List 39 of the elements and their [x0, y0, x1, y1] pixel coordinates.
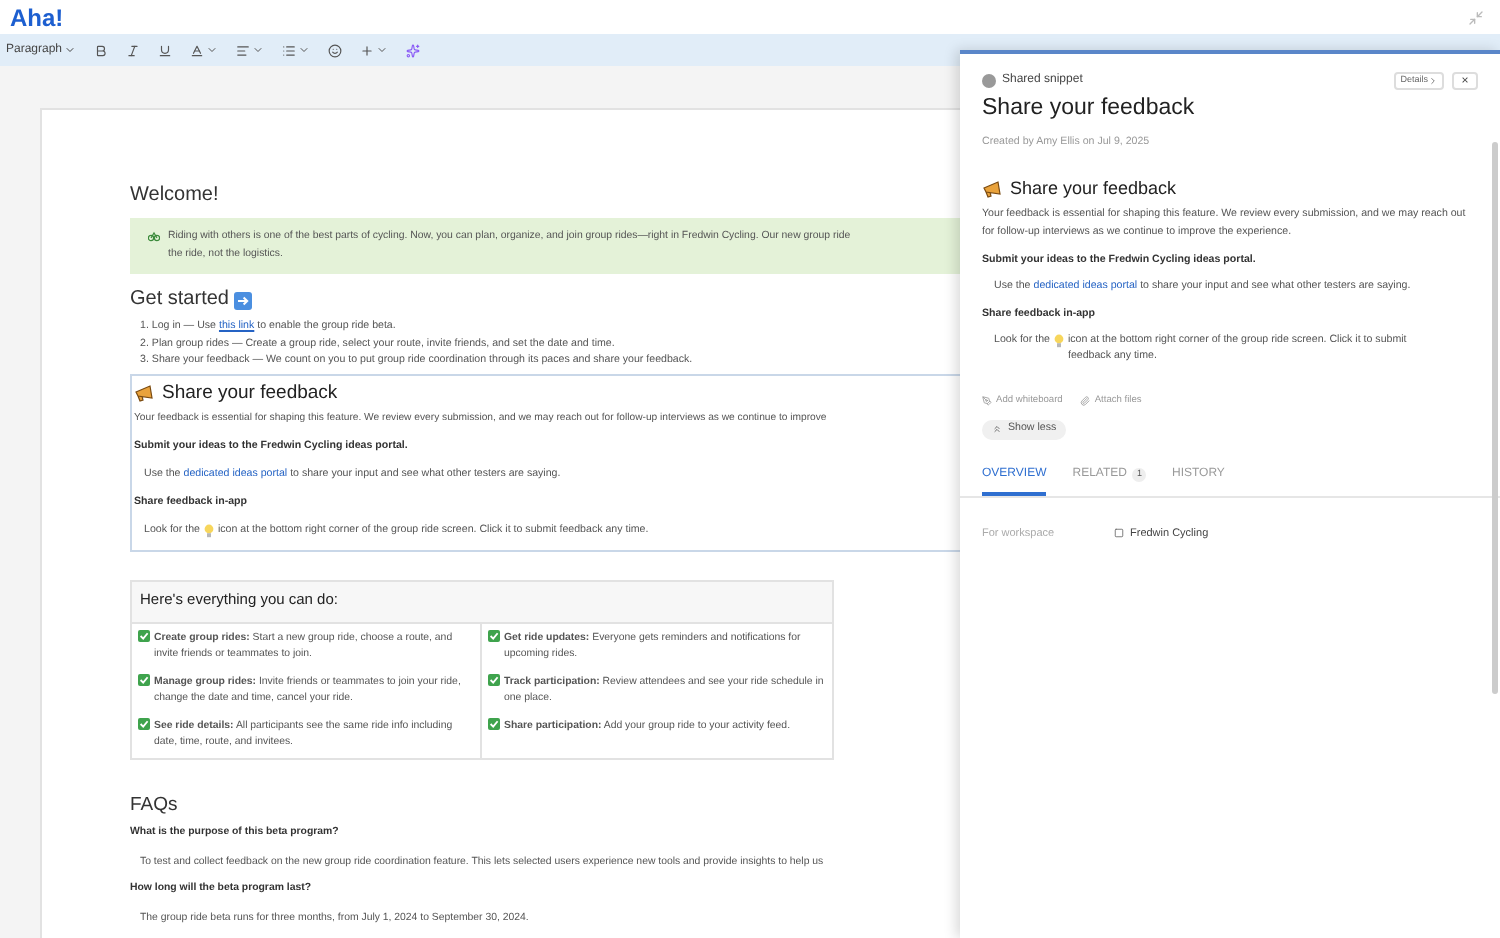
get-started-heading: Get started [130, 290, 229, 310]
megaphone-icon [134, 384, 156, 403]
caret-icon [252, 44, 265, 56]
checkbox-icon [138, 629, 150, 642]
caret-icon [64, 44, 77, 56]
paperclip-icon [1080, 395, 1091, 406]
snippet-heading: Share your feedback [162, 383, 338, 403]
faqs-heading: FAQs [130, 795, 180, 815]
chevrons-up-icon [992, 424, 1002, 435]
text-color-icon[interactable] [190, 43, 219, 57]
checkbox-icon [138, 673, 150, 686]
welcome-heading: Welcome! [130, 186, 221, 206]
lightbulb-icon [1053, 333, 1064, 348]
app-logo[interactable]: Aha! [10, 5, 64, 29]
bold-icon[interactable] [94, 43, 109, 57]
workspace-icon [1114, 528, 1124, 539]
drawer-title: Share your feedback [982, 98, 1197, 121]
checkbox-icon [488, 629, 500, 642]
arrow-right-icon [234, 291, 253, 309]
bicycle-icon [148, 230, 160, 242]
insert-icon[interactable] [360, 43, 389, 57]
checkbox-icon [138, 717, 150, 730]
align-icon[interactable] [236, 43, 265, 57]
caret-icon [298, 44, 311, 56]
megaphone-icon [982, 180, 1004, 199]
checkbox-icon [488, 717, 500, 730]
caret-icon [376, 44, 389, 56]
italic-icon[interactable] [126, 43, 141, 57]
lightbulb-icon [203, 523, 214, 538]
caret-icon [206, 44, 219, 56]
chevron-right-icon [1428, 76, 1438, 86]
emoji-icon[interactable] [328, 43, 343, 57]
snippet-icon [982, 74, 996, 88]
snippet-heading: Share your feedback [1010, 180, 1177, 199]
pen-icon [982, 395, 992, 406]
checkbox-icon [488, 673, 500, 686]
list-icon[interactable] [282, 43, 311, 57]
underline-icon[interactable] [158, 43, 173, 57]
sparkle-icon[interactable] [406, 43, 421, 57]
